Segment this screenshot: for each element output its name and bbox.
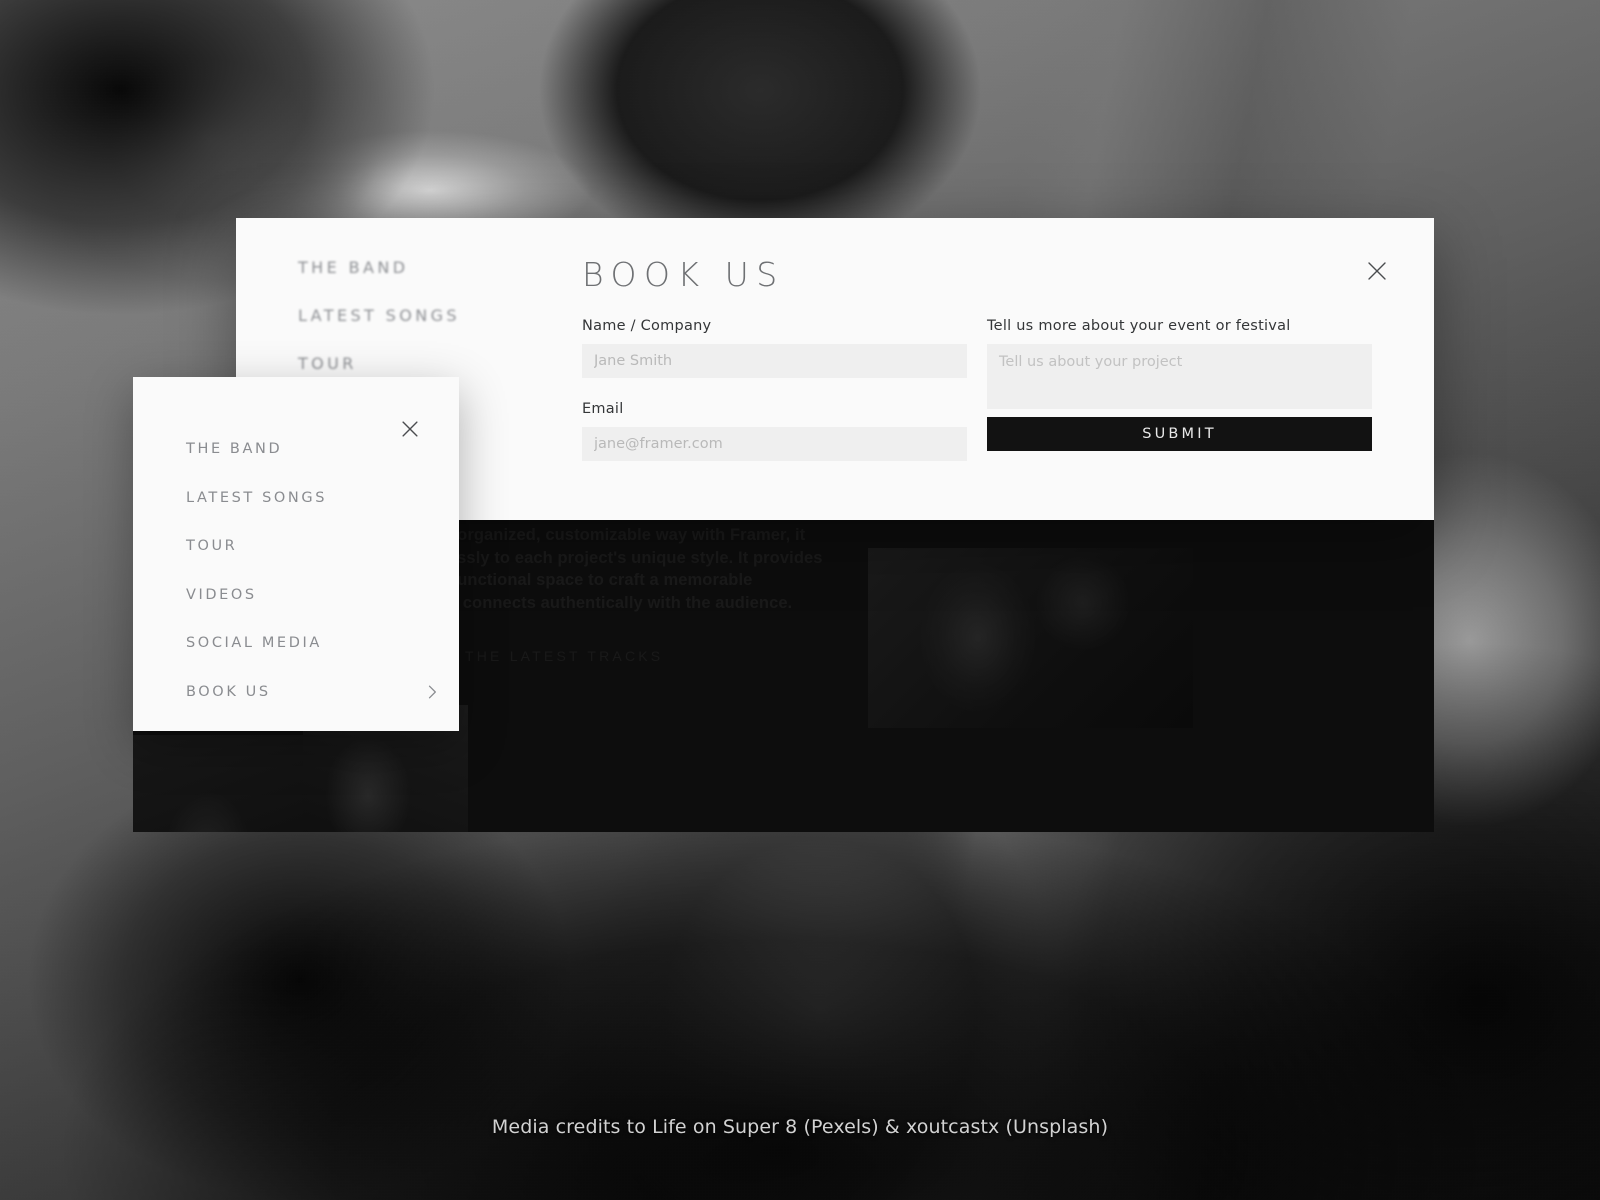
latest-tracks-label: THE LATEST TRACKS: [465, 648, 664, 664]
message-field-label: Tell us more about your event or festiva…: [987, 318, 1291, 334]
page-root: an organized, customizable way with Fram…: [0, 0, 1600, 1200]
menu-item-label: BOOK US: [186, 683, 271, 700]
submit-button[interactable]: SUBMIT: [987, 417, 1372, 451]
modal-title: BOOK US: [582, 255, 785, 294]
book-us-form: Name / Company Email Tell us more about …: [582, 318, 1372, 461]
menu-item-label: TOUR: [186, 538, 238, 555]
name-field-label: Name / Company: [582, 318, 712, 334]
email-input[interactable]: [582, 427, 967, 461]
ghost-nav-item: TOUR: [298, 354, 357, 373]
track-thumbnail[interactable]: [868, 548, 1193, 728]
email-field-label: Email: [582, 401, 624, 417]
close-icon: [1365, 259, 1389, 283]
menu-item-label: SOCIAL MEDIA: [186, 635, 322, 652]
field-spacer: [582, 378, 967, 401]
menu-item-social-media[interactable]: SOCIAL MEDIA: [186, 619, 426, 668]
chevron-right-icon: [422, 682, 442, 702]
modal-close-button[interactable]: [1364, 258, 1390, 284]
menu-item-the-band[interactable]: THE BAND: [186, 425, 426, 474]
name-input[interactable]: [582, 344, 967, 378]
message-textarea[interactable]: [987, 344, 1372, 409]
menu-item-videos[interactable]: VIDEOS: [186, 571, 426, 620]
form-column-left: Name / Company Email: [582, 318, 967, 461]
menu-item-tour[interactable]: TOUR: [186, 522, 426, 571]
ghost-nav-item: THE BAND: [298, 258, 409, 277]
navigation-menu-panel: THE BAND LATEST SONGS TOUR VIDEOS SOCIAL…: [133, 377, 459, 731]
media-credits: Media credits to Life on Super 8 (Pexels…: [491, 1116, 1109, 1138]
ghost-nav-item: LATEST SONGS: [298, 306, 460, 325]
menu-item-label: LATEST SONGS: [186, 489, 327, 506]
menu-list: THE BAND LATEST SONGS TOUR VIDEOS SOCIAL…: [186, 425, 436, 717]
menu-item-book-us[interactable]: BOOK US: [186, 668, 436, 717]
form-column-right: Tell us more about your event or festiva…: [987, 318, 1372, 461]
menu-item-latest-songs[interactable]: LATEST SONGS: [186, 474, 426, 523]
menu-item-label: VIDEOS: [186, 586, 257, 603]
menu-item-label: THE BAND: [186, 441, 283, 458]
track-thumbnail[interactable]: [133, 735, 303, 832]
